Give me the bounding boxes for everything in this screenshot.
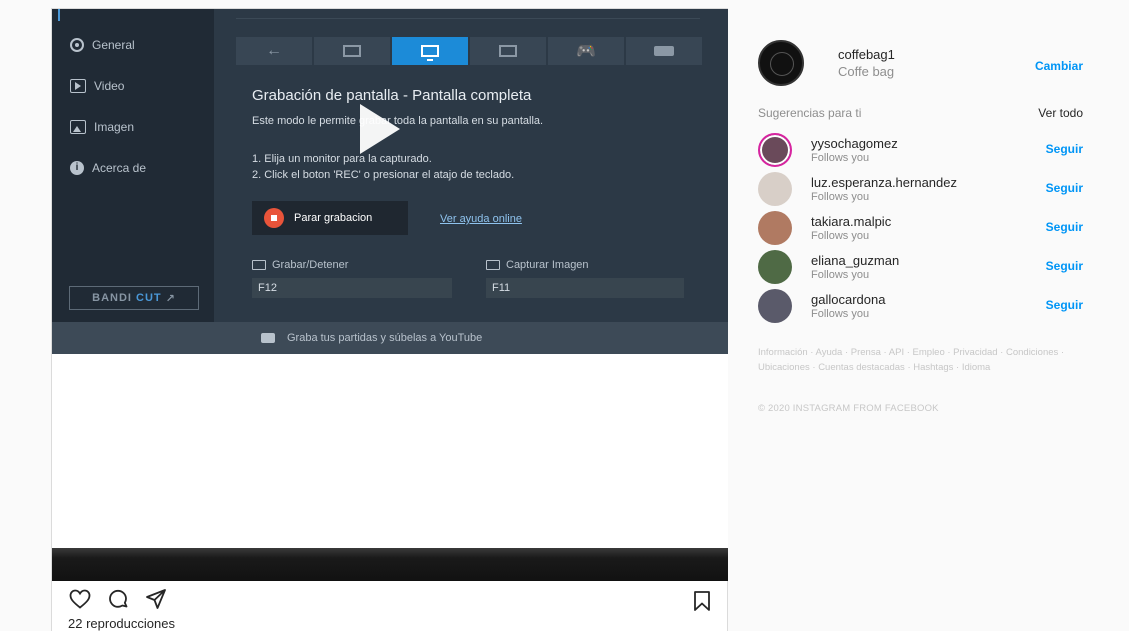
switch-account-button[interactable]: Cambiar <box>1035 59 1083 73</box>
back-button: ← <box>236 37 312 65</box>
list-item: gallocardona Follows you Seguir <box>758 286 1083 325</box>
external-link-icon: ↗ <box>165 292 176 305</box>
suggestion-subtitle: Follows you <box>811 229 870 242</box>
list-item: eliana_guzman Follows you Seguir <box>758 247 1083 286</box>
follow-button[interactable]: Seguir <box>1046 142 1083 156</box>
suggestions-title: Sugerencias para ti <box>758 106 862 120</box>
stop-icon <box>264 208 284 228</box>
play-icon[interactable] <box>360 104 400 154</box>
sidebar-item-label: Video <box>94 79 125 93</box>
suggestion-subtitle: Follows you <box>811 268 870 281</box>
comment-icon[interactable] <box>106 587 130 611</box>
sidebar-item-video: Video <box>70 79 124 93</box>
gamepad-icon: 🎮 <box>576 43 596 60</box>
image-icon <box>70 120 86 134</box>
sidebar-accent <box>58 9 60 21</box>
account-full-name: Coffe bag <box>838 64 895 79</box>
see-all-link[interactable]: Ver todo <box>1038 106 1083 120</box>
keyboard-icon <box>486 260 500 270</box>
account-username[interactable]: coffebag1 <box>838 47 895 62</box>
info-icon: i <box>70 161 84 175</box>
bandicam-main-panel: ← 🎮 Grabación de pantalla - Pantalla com… <box>214 9 728 322</box>
sidebar-item-general: General <box>70 38 135 52</box>
hdmi-icon <box>654 46 674 56</box>
hotkey-capture-label: Capturar Imagen <box>486 259 589 271</box>
bandicam-footer: Graba tus partidas y súbelas a YouTube <box>52 322 728 354</box>
right-sidebar: coffebag1 Coffe bag Cambiar Sugerencias … <box>758 40 1083 414</box>
mode-fullscreen <box>392 37 468 65</box>
stop-recording-button: Parar grabacion <box>252 201 408 235</box>
post-actions <box>68 587 168 611</box>
bandicut-logo: BANDI CUT ↗ <box>69 286 199 310</box>
bandicam-screenshot: General Video Imagen i Acerca de BANDI C… <box>52 9 728 354</box>
mode-rectangle <box>314 37 390 65</box>
video-bottom-strip <box>52 548 728 581</box>
follow-button[interactable]: Seguir <box>1046 259 1083 273</box>
youtube-icon <box>261 333 275 343</box>
mode-cursor <box>470 37 546 65</box>
follow-button[interactable]: Seguir <box>1046 298 1083 312</box>
avatar[interactable] <box>758 132 792 167</box>
sidebar-item-label: Acerca de <box>92 161 147 175</box>
instruction-step-1: 1. Elija un monitor para la capturado. <box>252 153 432 165</box>
bandicam-sidebar: General Video Imagen i Acerca de BANDI C… <box>52 9 214 322</box>
gear-icon <box>70 38 84 52</box>
keyboard-icon <box>252 260 266 270</box>
avatar[interactable] <box>758 40 804 86</box>
sidebar-item-label: Imagen <box>94 120 135 134</box>
hotkey-capture-field: F11 <box>486 278 684 298</box>
recording-title: Grabación de pantalla - Pantalla complet… <box>252 87 532 104</box>
follow-button[interactable]: Seguir <box>1046 181 1083 195</box>
top-tab-strip <box>236 9 700 19</box>
suggestion-username[interactable]: yysochagomez <box>811 136 898 151</box>
avatar[interactable] <box>758 210 792 245</box>
avatar[interactable] <box>758 249 792 284</box>
sidebar-item-imagen: Imagen <box>70 120 134 134</box>
list-item: luz.esperanza.hernandez Follows you Segu… <box>758 169 1083 208</box>
hotkey-record-field: F12 <box>252 278 452 298</box>
suggestions-list: yysochagomez Follows you Seguir luz.espe… <box>758 130 1083 325</box>
sidebar-item-label: General <box>92 38 135 52</box>
hotkey-record-label: Grabar/Detener <box>252 259 348 271</box>
rectangle-select-icon <box>343 45 361 57</box>
bookmark-icon[interactable] <box>690 589 714 613</box>
like-heart-icon[interactable] <box>68 587 92 611</box>
suggestion-subtitle: Follows you <box>811 151 870 164</box>
instagram-post-page: General Video Imagen i Acerca de BANDI C… <box>0 0 1129 631</box>
avatar[interactable] <box>758 288 792 323</box>
follow-button[interactable]: Seguir <box>1046 220 1083 234</box>
mode-hdmi <box>626 37 702 65</box>
suggestion-username[interactable]: takiara.malpic <box>811 214 891 229</box>
suggestion-username[interactable]: gallocardona <box>811 292 885 307</box>
monitor-icon <box>421 45 439 61</box>
suggestion-subtitle: Follows you <box>811 190 870 203</box>
suggestion-subtitle: Follows you <box>811 307 870 320</box>
back-arrow-icon: ← <box>266 42 282 59</box>
video-player[interactable]: General Video Imagen i Acerca de BANDI C… <box>52 9 728 581</box>
video-icon <box>70 79 86 93</box>
mode-game: 🎮 <box>548 37 624 65</box>
suggestion-username[interactable]: eliana_guzman <box>811 253 899 268</box>
footer-links[interactable]: Información · Ayuda · Prensa · API · Emp… <box>758 345 1078 375</box>
view-count: 22 reproducciones <box>68 616 175 631</box>
instruction-step-2: 2. Click el boton 'REC' o presionar el a… <box>252 169 515 181</box>
suggestions-header: Sugerencias para ti Ver todo <box>758 106 1083 120</box>
online-help-link: Ver ayuda online <box>440 213 522 225</box>
suggestion-username[interactable]: luz.esperanza.hernandez <box>811 175 957 190</box>
sidebar-item-acerca: i Acerca de <box>70 161 146 175</box>
list-item: yysochagomez Follows you Seguir <box>758 130 1083 169</box>
list-item: takiara.malpic Follows you Seguir <box>758 208 1083 247</box>
share-icon[interactable] <box>144 587 168 611</box>
cursor-area-icon <box>499 45 517 57</box>
post-card: General Video Imagen i Acerca de BANDI C… <box>51 8 728 631</box>
avatar[interactable] <box>758 171 792 206</box>
mode-toolbar: ← 🎮 <box>236 37 702 65</box>
copyright: © 2020 INSTAGRAM FROM FACEBOOK <box>758 403 939 414</box>
